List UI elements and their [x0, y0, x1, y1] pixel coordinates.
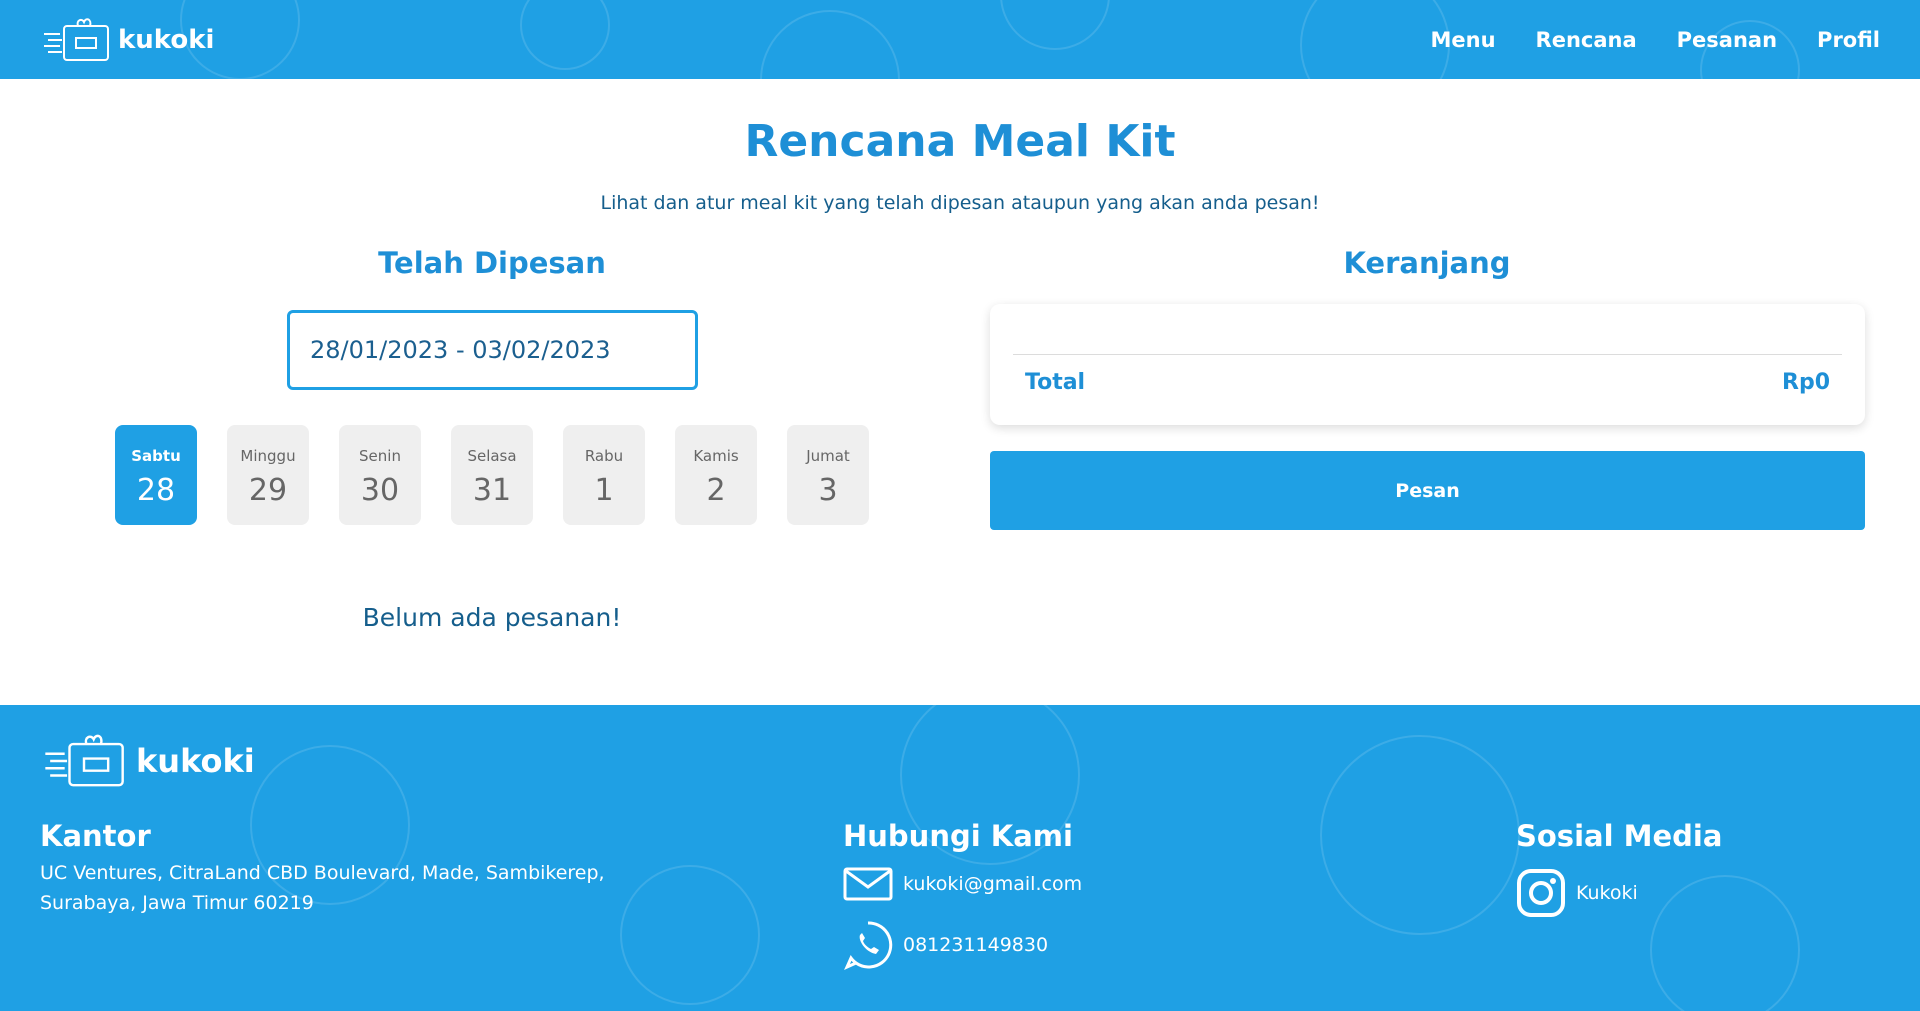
nav-menu[interactable]: Menu: [1431, 28, 1496, 52]
instagram-handle: Kukoki: [1576, 882, 1638, 904]
footer-brand-name: kukoki: [136, 742, 255, 780]
decor-circle: [1320, 735, 1520, 935]
day-name: Rabu: [584, 447, 624, 465]
decor-circle: [520, 0, 610, 70]
brand-logo[interactable]: kukoki: [42, 16, 214, 64]
brand-name: kukoki: [118, 25, 215, 55]
social-instagram[interactable]: Kukoki: [1516, 868, 1638, 918]
decor-circle: [620, 865, 760, 1005]
mail-icon: [843, 867, 893, 901]
chef-hat-logo-icon: [44, 18, 109, 61]
day-number: 31: [472, 473, 512, 508]
date-range-picker[interactable]: 28/01/2023 - 03/02/2023: [287, 310, 698, 390]
decor-circle: [1000, 0, 1110, 50]
day-name: Sabtu: [131, 447, 181, 465]
day-number: 3: [818, 473, 838, 508]
day-name: Jumat: [806, 447, 850, 465]
contact-email[interactable]: kukoki@gmail.com: [843, 867, 1082, 901]
nav-profil[interactable]: Profil: [1817, 28, 1880, 52]
cart-divider: [1013, 354, 1842, 355]
cart-summary-card: Total Rp0: [990, 304, 1865, 425]
day-name: Minggu: [240, 447, 296, 465]
decor-circle: [1650, 875, 1800, 1011]
day-tab-jumat[interactable]: Jumat 3: [787, 425, 869, 525]
cart-section-title: Keranjang: [1343, 246, 1511, 280]
decor-circle: [1300, 0, 1450, 79]
whatsapp-icon: [843, 920, 893, 970]
day-name: Kamis: [693, 447, 739, 465]
instagram-icon: [1516, 868, 1566, 918]
cart-total-label: Total: [1025, 370, 1086, 395]
footer: kukoki Kantor UC Ventures, CitraLand CBD…: [0, 705, 1920, 1011]
contact-phone-text: 081231149830: [903, 934, 1049, 956]
day-tab-selasa[interactable]: Selasa 31: [451, 425, 533, 525]
day-tab-minggu[interactable]: Minggu 29: [227, 425, 309, 525]
nav-rencana[interactable]: Rencana: [1536, 28, 1637, 52]
day-name: Selasa: [467, 447, 517, 465]
top-navbar: kukoki Menu Rencana Pesanan Profil: [0, 0, 1920, 79]
day-tab-kamis[interactable]: Kamis 2: [675, 425, 757, 525]
footer-brand-logo[interactable]: kukoki: [42, 732, 255, 790]
day-name: Senin: [359, 447, 401, 465]
social-heading: Sosial Media: [1516, 819, 1723, 853]
day-tab-sabtu[interactable]: Sabtu 28: [115, 425, 197, 525]
page-subtitle: Lihat dan atur meal kit yang telah dipes…: [600, 192, 1320, 214]
contact-phone[interactable]: 081231149830: [843, 920, 1048, 970]
contact-email-text: kukoki@gmail.com: [903, 873, 1083, 895]
decor-circle: [760, 10, 900, 79]
office-address-line2: Surabaya, Jawa Timur 60219: [40, 892, 314, 914]
ordered-section-title: Telah Dipesan: [378, 246, 606, 280]
day-number: 1: [594, 473, 614, 508]
day-number: 2: [706, 473, 726, 508]
cart-total-value: Rp0: [1782, 370, 1830, 395]
day-tab-rabu[interactable]: Rabu 1: [563, 425, 645, 525]
order-button[interactable]: Pesan: [990, 451, 1865, 530]
day-number: 30: [360, 473, 400, 508]
day-number: 28: [136, 473, 176, 508]
chef-hat-logo-icon: [45, 734, 124, 787]
office-heading: Kantor: [40, 819, 151, 853]
day-number: 29: [248, 473, 288, 508]
page-title: Rencana Meal Kit: [744, 116, 1176, 167]
contact-heading: Hubungi Kami: [843, 819, 1073, 853]
main-nav: Menu Rencana Pesanan Profil: [1431, 0, 1881, 79]
office-address-line1: UC Ventures, CitraLand CBD Boulevard, Ma…: [40, 862, 605, 884]
day-tab-senin[interactable]: Senin 30: [339, 425, 421, 525]
empty-orders-message: Belum ada pesanan!: [362, 603, 622, 632]
nav-pesanan[interactable]: Pesanan: [1677, 28, 1777, 52]
